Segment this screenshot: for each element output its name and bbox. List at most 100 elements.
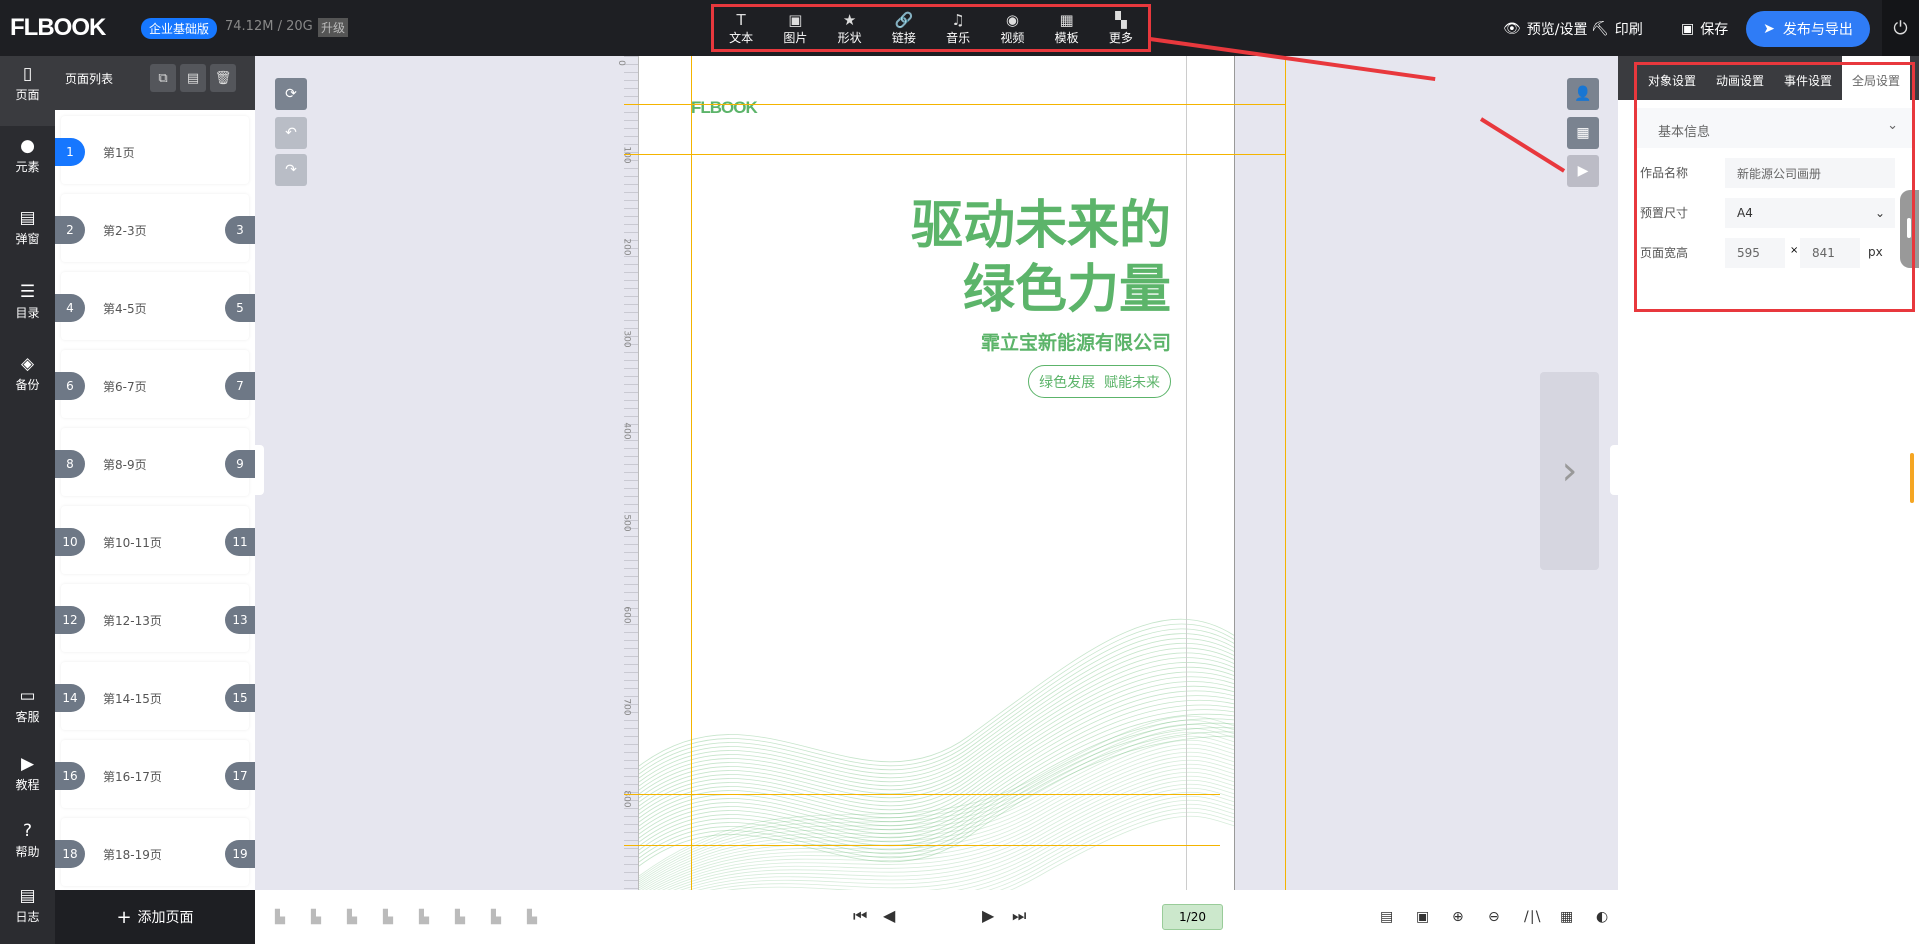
fit-page-icon[interactable]: ▣ [1416,909,1429,925]
page-list-item[interactable]: 18 第18-19页 19 [55,818,255,886]
last-page-button[interactable]: ⏭ [1012,906,1026,926]
scrollbar[interactable] [1910,453,1914,503]
redo-button[interactable]: ↷ [275,154,307,186]
sidebar-item-popup[interactable]: ▤ 弹窗 [0,208,55,247]
zoom-out-icon[interactable]: ⊖ [1488,909,1500,925]
wave-line [639,628,1234,775]
chat-icon: ▭ [19,686,36,706]
page-list-item[interactable]: 8 第8-9页 9 [55,428,255,496]
guide-line [624,794,1220,795]
page-list-item[interactable]: 2 第2-3页 3 [55,194,255,262]
sidebar-item-elements[interactable]: ● 元素 [0,136,55,175]
sidebar-item-play-circle[interactable]: ▶ 教程 [0,754,55,793]
ruler-label: 500 [621,514,632,532]
add-collaborator-button[interactable]: 👤 [1567,78,1599,110]
page-number-input[interactable]: 1/20 [1162,904,1223,930]
wave-line [639,715,1234,877]
document-icon[interactable]: ▤ [1380,909,1393,925]
sidebar-item-log[interactable]: ▤ 日志 [0,886,55,925]
layers-icon: ◈ [20,354,35,374]
ruler-label: 100 [621,146,632,164]
zoom-in-icon[interactable]: ⊕ [1452,909,1464,925]
print-button[interactable]: ⛏ 印刷 [1591,19,1643,39]
next-page-bottom-button[interactable]: ▶ [982,906,994,925]
sidebar-item-page[interactable]: ▯ 页面 [0,64,55,103]
tool-link[interactable]: 🔗 链接 [879,11,929,46]
auto-layout-button[interactable]: ⟳ [275,78,307,110]
page-list-item[interactable]: 12 第12-13页 13 [55,584,255,652]
first-page-button[interactable]: ⏮ [853,906,867,926]
company-name[interactable]: 霏立宝新能源有限公司 [981,328,1171,355]
collapse-left-handle[interactable] [255,445,264,495]
sidebar-item-chat[interactable]: ▭ 客服 [0,686,55,725]
link-icon: 🔗 [894,10,914,29]
collapse-right-handle[interactable] [1610,445,1618,495]
page-label: 第18-19页 [103,848,162,862]
sidebar-item-layers[interactable]: ◈ 备份 [0,354,55,393]
page-label: 第16-17页 [103,770,162,784]
help-icon: ? [22,821,33,841]
tool-text[interactable]: T 文本 [716,11,766,46]
sidebar-item-help[interactable]: ? 帮助 [0,821,55,860]
ruler-label: 300 [621,330,632,348]
align-center-h-icon[interactable]: ▙ [419,910,429,925]
align-top-icon[interactable]: ▙ [347,910,357,925]
tool-image[interactable]: ▣ 图片 [770,11,820,46]
distribute-v-icon[interactable]: ▙ [527,910,537,925]
prev-page-button[interactable]: ◀ [883,906,895,925]
align-left-icon[interactable]: ▙ [275,910,285,925]
play-preview-button[interactable]: ▶ [1567,155,1599,187]
tool-template[interactable]: ▦ 模板 [1042,11,1092,46]
align-center-v-icon[interactable]: ▙ [455,910,465,925]
slogan-pill[interactable]: 绿色发展 赋能未来 [1028,365,1171,398]
sidebar-label: 目录 [15,306,40,320]
guides-icon[interactable]: /∣\ [1524,909,1540,925]
page-list-item[interactable]: 4 第4-5页 5 [55,272,255,340]
add-page-book-button[interactable]: ▦ [1567,117,1599,149]
upgrade-button[interactable]: 升级 [318,18,349,37]
sidebar-label: 教程 [15,778,40,792]
grid-icon[interactable]: ▦ [1560,909,1573,925]
align-right-icon[interactable]: ▙ [311,910,321,925]
undo-button[interactable]: ↶ [275,117,307,149]
add-page-button[interactable]: + 添加页面 [55,890,255,944]
storage-usage: 74.12M / 20G [225,19,313,34]
refresh-a-icon: ⟳ [285,86,297,102]
preview-settings-button[interactable]: 👁 预览/设置 [1503,19,1588,39]
page-number-left: 2 [55,216,85,244]
tool-more[interactable]: ▚ 更多 [1096,11,1146,46]
page-list-item[interactable]: 1 第1页 [55,116,249,184]
delete-page-button[interactable]: 🗑 [210,64,236,92]
sidebar-item-list[interactable]: ☰ 目录 [0,282,55,321]
page-list-item[interactable]: 16 第16-17页 17 [55,740,255,808]
page-list-item[interactable]: 6 第6-7页 7 [55,350,255,418]
theme-icon[interactable]: ◐ [1596,909,1608,925]
page-number-right: 3 [225,216,255,244]
page-list-item[interactable]: 10 第10-11页 11 [55,506,255,574]
distribute-h-icon[interactable]: ▙ [491,910,501,925]
page-logo[interactable]: FLBOOK [691,98,758,118]
play-circle-icon: ▶ [20,754,35,774]
copy-page-button[interactable]: ⧉ [150,64,176,92]
sidebar-label: 弹窗 [15,232,40,246]
save-button[interactable]: ▣ 保存 [1681,19,1728,39]
page-list-panel: 页面列表 ⧉ ▤ 🗑 1 第1页 2 第2-3页 3 4 第4-5页 5 6 第… [55,56,255,890]
align-bottom-icon[interactable]: ▙ [383,910,393,925]
page-list-item[interactable]: 14 第14-15页 15 [55,662,255,730]
power-icon[interactable]: ⏻ [1882,0,1919,56]
publish-export-button[interactable]: ➤ 发布与导出 [1746,11,1870,47]
tool-label: 形状 [837,30,862,45]
page-number-right: 11 [225,528,255,556]
icon-sidebar: ▯ 页面 ● 元素 ▤ 弹窗 ☰ 目录 ◈ 备份 ▭ 客服 ▶ 教程 ? 帮助 ▤ 日志 [0,56,55,944]
page-number-left: 4 [55,294,85,322]
page-title[interactable]: 驱动未来的 绿色力量 [911,194,1171,322]
duplicate-page-button[interactable]: ▤ [180,64,206,92]
next-page-button[interactable]: › [1540,372,1599,570]
more-icon: ▚ [1115,10,1127,29]
tool-video[interactable]: ◉ 视频 [987,11,1037,46]
tool-star[interactable]: ★ 形状 [825,11,875,46]
tool-music[interactable]: ♫ 音乐 [933,11,983,46]
wave-line [639,731,1234,885]
page-number-right: 9 [225,450,255,478]
page-canvas[interactable]: FLBOOK 驱动未来的 绿色力量 霏立宝新能源有限公司 绿色发展 赋能未来 [639,56,1235,890]
